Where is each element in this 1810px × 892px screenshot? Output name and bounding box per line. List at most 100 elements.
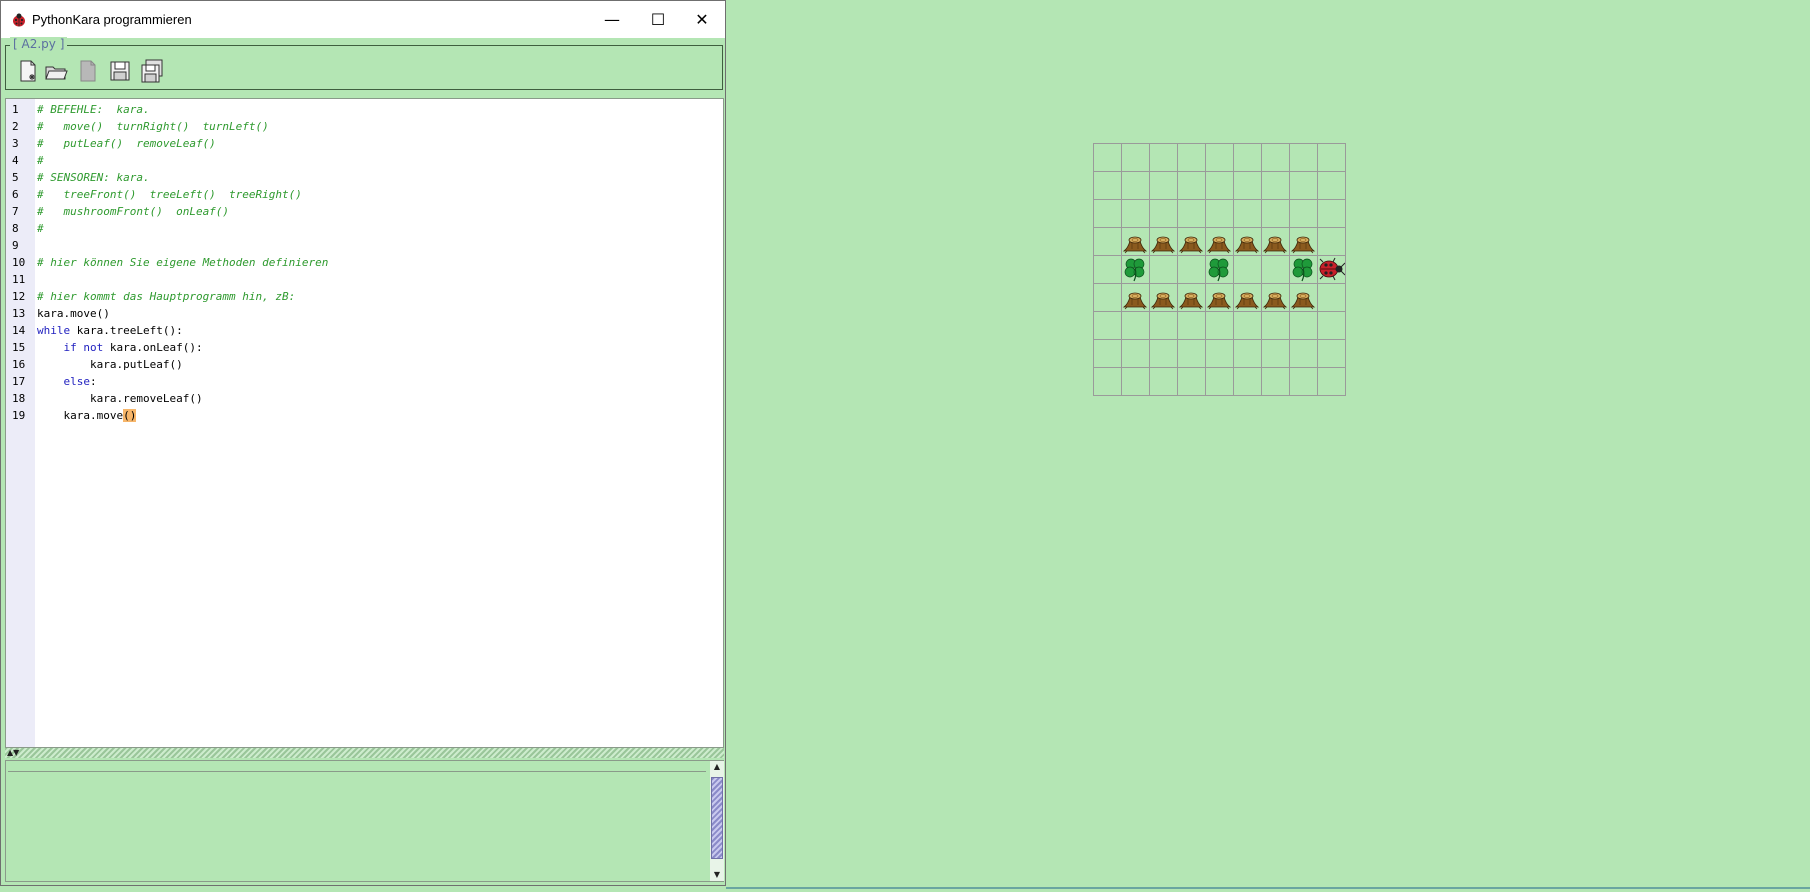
world-cell[interactable] <box>1177 199 1206 228</box>
tree-stump-icon[interactable] <box>1261 283 1289 311</box>
kara-ladybug-icon[interactable] <box>1317 255 1345 283</box>
tree-stump-icon[interactable] <box>1233 227 1261 255</box>
world-cell[interactable] <box>1261 255 1290 284</box>
kara-world-grid[interactable] <box>1093 143 1346 396</box>
world-cell[interactable] <box>1205 143 1234 172</box>
world-cell[interactable] <box>1233 199 1262 228</box>
tree-stump-icon[interactable] <box>1121 283 1149 311</box>
world-cell[interactable] <box>1177 171 1206 200</box>
world-cell[interactable] <box>1233 339 1262 368</box>
maximize-button[interactable]: ☐ <box>635 1 681 38</box>
world-cell[interactable] <box>1289 339 1318 368</box>
world-cell[interactable] <box>1233 311 1262 340</box>
world-cell[interactable] <box>1317 367 1346 396</box>
world-cell[interactable] <box>1317 283 1346 312</box>
world-cell[interactable] <box>1177 311 1206 340</box>
world-cell[interactable] <box>1289 171 1318 200</box>
world-cell[interactable] <box>1233 255 1262 284</box>
world-cell[interactable] <box>1093 255 1122 284</box>
world-cell[interactable] <box>1289 143 1318 172</box>
minimize-button[interactable]: — <box>589 1 635 38</box>
world-cell[interactable] <box>1317 143 1346 172</box>
world-cell[interactable] <box>1233 171 1262 200</box>
world-cell[interactable] <box>1205 199 1234 228</box>
world-cell[interactable] <box>1233 143 1262 172</box>
world-cell[interactable] <box>1149 171 1178 200</box>
world-cell[interactable] <box>1177 339 1206 368</box>
world-cell[interactable] <box>1093 199 1122 228</box>
world-cell[interactable] <box>1261 367 1290 396</box>
world-cell[interactable] <box>1317 227 1346 256</box>
tree-stump-icon[interactable] <box>1205 227 1233 255</box>
world-cell[interactable] <box>1289 199 1318 228</box>
world-cell[interactable] <box>1177 367 1206 396</box>
tree-stump-icon[interactable] <box>1177 283 1205 311</box>
splitter-arrows-icon[interactable]: ▲▼ <box>7 748 19 757</box>
world-cell[interactable] <box>1317 311 1346 340</box>
scroll-up-icon[interactable]: ▲ <box>710 761 724 773</box>
world-cell[interactable] <box>1261 199 1290 228</box>
scroll-thumb[interactable] <box>711 777 723 859</box>
world-cell[interactable] <box>1261 339 1290 368</box>
scroll-down-icon[interactable]: ▼ <box>710 869 724 881</box>
tree-stump-icon[interactable] <box>1205 283 1233 311</box>
open-file-button[interactable] <box>44 59 68 83</box>
world-cell[interactable] <box>1149 311 1178 340</box>
world-cell[interactable] <box>1149 367 1178 396</box>
tree-stump-icon[interactable] <box>1149 283 1177 311</box>
world-cell[interactable] <box>1121 171 1150 200</box>
world-cell[interactable] <box>1093 311 1122 340</box>
world-cell[interactable] <box>1121 367 1150 396</box>
new-file-button[interactable] <box>16 59 40 83</box>
output-console[interactable]: ▲ ▼ <box>5 760 724 882</box>
tree-stump-icon[interactable] <box>1233 283 1261 311</box>
world-cell[interactable] <box>1205 171 1234 200</box>
splitter-bar[interactable] <box>5 748 724 758</box>
world-cell[interactable] <box>1093 143 1122 172</box>
tree-stump-icon[interactable] <box>1289 283 1317 311</box>
world-cell[interactable] <box>1233 367 1262 396</box>
clover-leaf-icon[interactable] <box>1289 255 1317 283</box>
close-button[interactable]: ✕ <box>679 1 725 38</box>
world-cell[interactable] <box>1289 367 1318 396</box>
world-cell[interactable] <box>1149 339 1178 368</box>
code-editor[interactable]: 1 # BEFEHLE: kara. 2 # move() turnRight() t… <box>5 98 724 748</box>
world-cell[interactable] <box>1149 199 1178 228</box>
world-cell[interactable] <box>1261 143 1290 172</box>
world-cell[interactable] <box>1177 143 1206 172</box>
title-bar[interactable]: PythonKara programmieren — ☐ ✕ <box>1 1 725 38</box>
world-cell[interactable] <box>1121 339 1150 368</box>
world-cell[interactable] <box>1261 311 1290 340</box>
world-cell[interactable] <box>1177 255 1206 284</box>
world-cell[interactable] <box>1093 283 1122 312</box>
save-button[interactable] <box>108 59 132 83</box>
world-cell[interactable] <box>1205 311 1234 340</box>
world-cell[interactable] <box>1317 199 1346 228</box>
world-cell[interactable] <box>1093 171 1122 200</box>
world-cell[interactable] <box>1149 143 1178 172</box>
tree-stump-icon[interactable] <box>1289 227 1317 255</box>
world-cell[interactable] <box>1317 171 1346 200</box>
clover-leaf-icon[interactable] <box>1205 255 1233 283</box>
tree-stump-icon[interactable] <box>1121 227 1149 255</box>
world-cell[interactable] <box>1317 339 1346 368</box>
world-cell[interactable] <box>1093 227 1122 256</box>
console-text-area[interactable] <box>8 771 706 880</box>
world-cell[interactable] <box>1093 367 1122 396</box>
world-cell[interactable] <box>1205 367 1234 396</box>
console-scrollbar[interactable]: ▲ ▼ <box>710 761 724 881</box>
world-cell[interactable] <box>1261 171 1290 200</box>
world-cell[interactable] <box>1121 311 1150 340</box>
tree-stump-icon[interactable] <box>1149 227 1177 255</box>
save-as-button[interactable] <box>140 59 164 83</box>
world-cell[interactable] <box>1149 255 1178 284</box>
world-cell[interactable] <box>1121 199 1150 228</box>
tree-stump-icon[interactable] <box>1177 227 1205 255</box>
clover-leaf-icon[interactable] <box>1121 255 1149 283</box>
world-cell[interactable] <box>1205 339 1234 368</box>
world-cell[interactable] <box>1121 143 1150 172</box>
tree-stump-icon[interactable] <box>1261 227 1289 255</box>
world-cell[interactable] <box>1093 339 1122 368</box>
world-cell[interactable] <box>1289 311 1318 340</box>
close-file-button[interactable] <box>76 59 100 83</box>
